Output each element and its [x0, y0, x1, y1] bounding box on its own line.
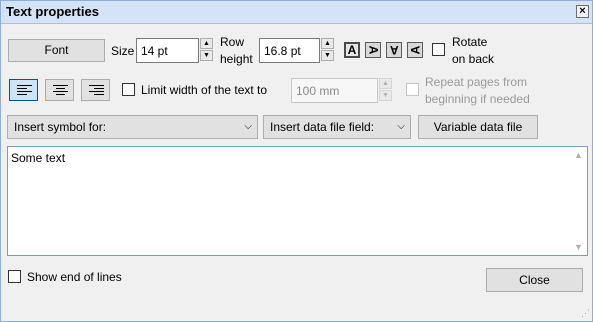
align-right-icon [89, 85, 104, 95]
resize-grip-icon[interactable]: ⋰ [581, 308, 590, 319]
row-height-label-2: height [220, 52, 253, 66]
repeat-pages-checkbox[interactable] [406, 83, 419, 96]
limit-width-spinner[interactable]: ▲ ▼ [379, 78, 392, 101]
font-button[interactable]: Font [8, 39, 105, 62]
dialog-title: Text properties [6, 4, 99, 19]
spin-up-icon[interactable]: ▲ [321, 38, 334, 49]
show-end-of-lines-label: Show end of lines [27, 270, 122, 284]
insert-symbol-label: Insert symbol for: [14, 120, 107, 134]
repeat-pages-label-2: beginning if needed [425, 92, 530, 106]
align-center-button[interactable] [45, 79, 74, 101]
repeat-pages-label: Repeat pages from [425, 75, 528, 89]
size-label: Size [111, 44, 135, 58]
scroll-down-icon[interactable]: ▼ [574, 242, 583, 252]
title-bar: Text properties × [1, 1, 592, 24]
limit-width-input[interactable]: 100 mm [291, 78, 378, 103]
limit-width-checkbox[interactable] [122, 83, 135, 96]
rotate-90-button[interactable]: A [365, 42, 381, 58]
text-editor[interactable]: Some text ▲ ▼ [7, 146, 588, 256]
spin-down-icon[interactable]: ▼ [200, 50, 213, 61]
rotate-on-back-checkbox[interactable] [432, 43, 445, 56]
show-end-of-lines-checkbox[interactable] [8, 270, 21, 283]
align-left-icon [17, 85, 32, 95]
align-right-button[interactable] [81, 79, 110, 101]
rotate-0-button[interactable]: A [344, 42, 360, 58]
variable-data-file-button[interactable]: Variable data file [418, 115, 538, 139]
chevron-down-icon: ⌵ [397, 121, 405, 132]
spin-down-icon[interactable]: ▼ [379, 90, 392, 101]
rotate-270-button[interactable]: A [407, 42, 423, 58]
text-properties-dialog: Text properties × Font Size 14 pt ▲ ▼ Ro… [0, 0, 593, 322]
editor-text: Some text [11, 151, 66, 165]
close-button[interactable]: Close [486, 268, 583, 292]
scroll-up-icon[interactable]: ▲ [574, 150, 583, 160]
spin-down-icon[interactable]: ▼ [321, 50, 334, 61]
align-center-icon [53, 85, 68, 95]
insert-field-label: Insert data file field: [270, 120, 375, 134]
row-height-input[interactable]: 16.8 pt [259, 38, 320, 63]
insert-field-dropdown[interactable]: Insert data file field: ⌵ [263, 115, 411, 139]
letter-a-rotated-icon: A [365, 45, 380, 55]
row-height-label: Row [220, 35, 245, 49]
letter-a-inverted-icon: A [389, 43, 399, 57]
letter-a-icon: A [347, 43, 357, 57]
spin-up-icon[interactable]: ▲ [200, 38, 213, 49]
limit-width-label: Limit width of the text to [141, 83, 268, 97]
rotate-180-button[interactable]: A [386, 42, 402, 58]
chevron-down-icon: ⌵ [244, 121, 252, 132]
spin-up-icon[interactable]: ▲ [379, 78, 392, 89]
insert-symbol-dropdown[interactable]: Insert symbol for: ⌵ [7, 115, 258, 139]
size-spinner[interactable]: ▲ ▼ [200, 38, 213, 61]
align-left-button[interactable] [9, 79, 38, 101]
vertical-scrollbar[interactable]: ▲ ▼ [571, 148, 586, 254]
rotate-on-back-label: Rotate [452, 35, 488, 49]
rotate-on-back-label-2: on back [452, 52, 495, 66]
row-height-spinner[interactable]: ▲ ▼ [321, 38, 334, 61]
close-icon[interactable]: × [576, 5, 589, 18]
letter-a-rotated-left-icon: A [407, 45, 422, 55]
size-input[interactable]: 14 pt [136, 38, 199, 63]
